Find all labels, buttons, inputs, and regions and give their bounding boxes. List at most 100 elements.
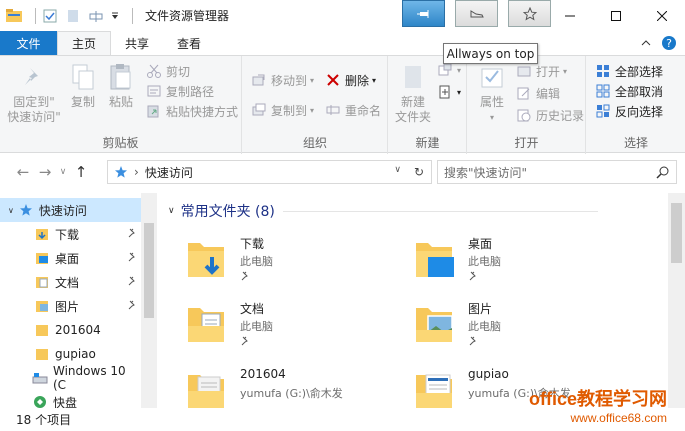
always-on-top-button[interactable]: [402, 0, 445, 27]
item-count: 18 个项目: [16, 413, 72, 427]
back-button[interactable]: ←: [12, 161, 34, 183]
minimize-button[interactable]: [547, 0, 593, 31]
tab-view[interactable]: 查看: [163, 31, 215, 55]
pin-icon[interactable]: [468, 271, 478, 281]
address-dropdown-icon[interactable]: ∨: [394, 165, 401, 175]
rename-button[interactable]: 重命名: [325, 100, 381, 120]
window-title: 文件资源管理器: [145, 9, 230, 23]
nav-scrollbar[interactable]: [141, 193, 157, 408]
new-item-dropdown-icon: ▾: [457, 65, 462, 75]
transparency-button[interactable]: [455, 0, 498, 27]
folder-tile-desktop[interactable]: 桌面 此电脑: [394, 231, 614, 291]
scissors-icon: [146, 63, 162, 79]
address-path[interactable]: 快速访问: [145, 164, 193, 181]
pin-icon[interactable]: [127, 275, 137, 289]
select-all-button[interactable]: 全部选择: [595, 61, 663, 81]
tile-name: 图片: [468, 302, 493, 316]
nav-item-downloads[interactable]: 下载: [0, 222, 141, 246]
tile-location: 此电脑: [468, 255, 501, 268]
cut-button[interactable]: 剪切: [146, 61, 190, 81]
history-button[interactable]: 历史记录: [516, 105, 584, 125]
nav-item-gupiao[interactable]: gupiao: [0, 342, 141, 366]
properties-check-icon[interactable]: [42, 8, 58, 24]
paste-shortcut-icon: [146, 103, 162, 119]
pin-icon[interactable]: [240, 271, 250, 281]
search-input[interactable]: 搜索"快速访问": [437, 160, 677, 184]
edit-icon: [516, 85, 532, 101]
nav-item-desktop[interactable]: 桌面: [0, 246, 141, 270]
recent-locations-button[interactable]: ∨: [56, 161, 70, 183]
move-to-button[interactable]: 移动到 ▾: [251, 70, 314, 90]
copy-path-button[interactable]: 复制路径: [146, 81, 214, 101]
nav-item-kuaipan[interactable]: 快盘: [0, 390, 141, 408]
copy-button[interactable]: 复制: [66, 62, 100, 110]
star-icon: [522, 6, 537, 21]
refresh-button[interactable]: ↻: [408, 162, 430, 182]
tab-file[interactable]: 文件: [0, 31, 57, 55]
nav-item-pictures[interactable]: 图片: [0, 294, 141, 318]
content-scroll-thumb[interactable]: [671, 203, 682, 263]
search-placeholder: 搜索"快速访问": [444, 165, 528, 180]
history-label: 历史记录: [536, 108, 585, 123]
tab-share[interactable]: 共享: [111, 31, 163, 55]
downloads-folder-icon: [188, 243, 224, 277]
open-label: 打开: [536, 64, 561, 79]
group-title: 常用文件夹 (8): [180, 204, 275, 220]
tile-name: gupiao: [468, 367, 509, 381]
maximize-button[interactable]: [593, 0, 639, 31]
help-icon[interactable]: ?: [661, 35, 677, 51]
pin-icon[interactable]: [468, 336, 478, 346]
pin-icon[interactable]: [127, 299, 137, 313]
folder-tile-documents[interactable]: 文档 此电脑: [166, 296, 386, 356]
history-icon: [516, 107, 532, 123]
nav-scroll-thumb[interactable]: [144, 223, 154, 318]
easy-access-dropdown-icon: ▾: [457, 87, 462, 97]
expand-chevron-icon[interactable]: ∨: [8, 206, 14, 215]
paste-shortcut-button[interactable]: 粘贴快捷方式: [146, 101, 238, 121]
select-none-button[interactable]: 全部取消: [595, 81, 663, 101]
qat-dropdown-icon[interactable]: [111, 8, 119, 24]
nav-item-documents[interactable]: 文档: [0, 270, 141, 294]
group-collapse-icon[interactable]: ∨: [168, 206, 175, 216]
up-button[interactable]: ↑: [70, 161, 92, 183]
new-folder-qat-icon[interactable]: [65, 8, 81, 24]
minimize-icon: [565, 15, 575, 16]
nav-label: gupiao: [55, 347, 96, 361]
address-box[interactable]: › 快速访问 ∨: [107, 160, 432, 184]
watermark: office教程学习网 www.office68.com: [529, 385, 667, 425]
new-folder-button[interactable]: 新建 文件夹: [393, 62, 433, 125]
folder-tile-201604[interactable]: 201604 yumufa (G:)\俞木发: [166, 363, 386, 408]
ribbon-collapse-icon[interactable]: [641, 39, 651, 47]
forward-button[interactable]: →: [34, 161, 56, 183]
nav-item-quick-access[interactable]: ∨ 快速访问: [0, 198, 141, 222]
properties-label: 属性: [479, 95, 504, 109]
nav-item-windows-c[interactable]: Windows 10 (C: [0, 364, 141, 392]
tile-location: 此电脑: [240, 320, 273, 333]
favorite-button[interactable]: [508, 0, 551, 27]
pin-to-quick-access-button[interactable]: 固定到" 快速访问": [4, 62, 64, 125]
rename-qat-icon[interactable]: [88, 8, 104, 24]
pin-icon[interactable]: [240, 336, 250, 346]
pin-label: 固定到" 快速访问": [7, 95, 61, 124]
folder-tile-downloads[interactable]: 下载 此电脑: [166, 231, 386, 291]
properties-button[interactable]: 属性 ▾: [474, 62, 510, 125]
properties-icon: [477, 62, 507, 92]
nav-item-201604[interactable]: 201604: [0, 318, 141, 342]
delete-button[interactable]: 删除 ▾: [325, 70, 376, 90]
invert-selection-button[interactable]: 反向选择: [595, 101, 663, 121]
paste-button[interactable]: 粘贴: [104, 62, 138, 110]
delete-label: 删除: [345, 73, 370, 88]
content-scrollbar[interactable]: [668, 193, 685, 408]
open-button[interactable]: 打开 ▾: [516, 61, 567, 81]
copy-to-button[interactable]: 复制到 ▾: [251, 100, 314, 120]
easy-access-button[interactable]: ▾: [437, 82, 461, 102]
edit-button[interactable]: 编辑: [516, 83, 560, 103]
close-button[interactable]: [639, 0, 685, 31]
tab-home[interactable]: 主页: [57, 31, 112, 55]
pin-icon[interactable]: [127, 251, 137, 265]
pin-icon[interactable]: [127, 227, 137, 241]
move-to-icon: [251, 72, 267, 88]
group-header[interactable]: ∨ 常用文件夹 (8): [168, 201, 598, 221]
folder-tile-pictures[interactable]: 图片 此电脑: [394, 296, 614, 356]
copy-path-icon: [146, 83, 162, 99]
